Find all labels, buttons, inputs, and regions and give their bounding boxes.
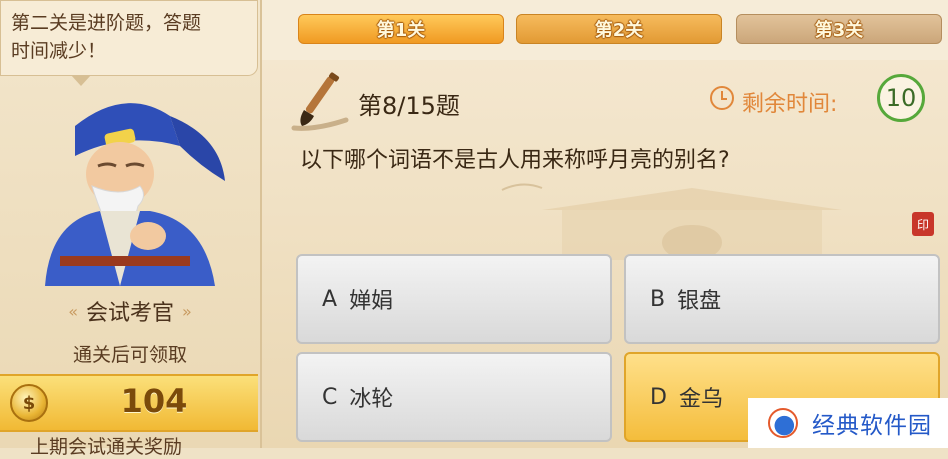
hint-line-1: 第二关是进阶题，答题: [11, 12, 202, 34]
question-panel: 第8/15题 剩余时间: 10 以下哪个词语不是古人用来称呼月亮的别名? 印 A…: [262, 60, 948, 448]
reward-label: 通关后可领取: [72, 344, 187, 366]
answer-option-a[interactable]: A 婵娟: [296, 254, 612, 344]
option-text: 金乌: [678, 387, 723, 412]
examiner-portrait: [45, 103, 225, 286]
hint-bubble: 第二关是进阶题，答题 时间减少！: [0, 0, 258, 86]
examiner-title-plate: « 会试考官 »: [34, 292, 226, 330]
option-letter: D: [650, 384, 667, 410]
countdown-timer: 10: [877, 74, 925, 122]
tab-stage-3[interactable]: 第3关: [736, 14, 942, 44]
reward-coin-value: 104: [120, 382, 188, 420]
answer-option-c[interactable]: C 冰轮: [296, 352, 612, 442]
ornament-left: «: [68, 301, 78, 321]
option-letter: A: [322, 286, 338, 312]
clock-icon: [710, 86, 734, 110]
site-watermark: 经典软件园: [748, 398, 948, 448]
ornament-right: »: [182, 301, 192, 321]
option-text: 婵娟: [349, 289, 394, 314]
examiner-title: 会试考官: [85, 301, 174, 326]
stage-tabs: 第1关 第2关 第3关: [262, 0, 948, 60]
option-letter: C: [322, 384, 338, 410]
seal-icon: 印: [912, 212, 934, 236]
tab-stage-1[interactable]: 第1关: [298, 14, 504, 44]
last-reward-label: 上期会试通关奖励: [30, 436, 183, 458]
watermark-logo-icon: [768, 408, 798, 438]
examiner-panel: 第二关是进阶题，答题 时间减少！ « 会试考官 » 通关后可领取 $ 104 上…: [0, 0, 262, 458]
coin-icon: $: [10, 384, 48, 422]
time-remaining-label: 剩余时间:: [742, 92, 838, 117]
background-gate-illustration: [501, 183, 842, 260]
option-text: 冰轮: [349, 387, 394, 412]
reward-coin-bar: $ 104: [0, 374, 258, 432]
brush-icon: [291, 72, 349, 131]
option-text: 银盘: [677, 289, 722, 314]
option-letter: B: [650, 286, 666, 312]
hint-line-2: 时间减少！: [11, 40, 107, 62]
question-progress: 第8/15题: [358, 92, 460, 120]
watermark-text: 经典软件园: [812, 413, 932, 439]
tab-stage-2[interactable]: 第2关: [516, 14, 722, 44]
answer-option-b[interactable]: B 银盘: [624, 254, 940, 344]
